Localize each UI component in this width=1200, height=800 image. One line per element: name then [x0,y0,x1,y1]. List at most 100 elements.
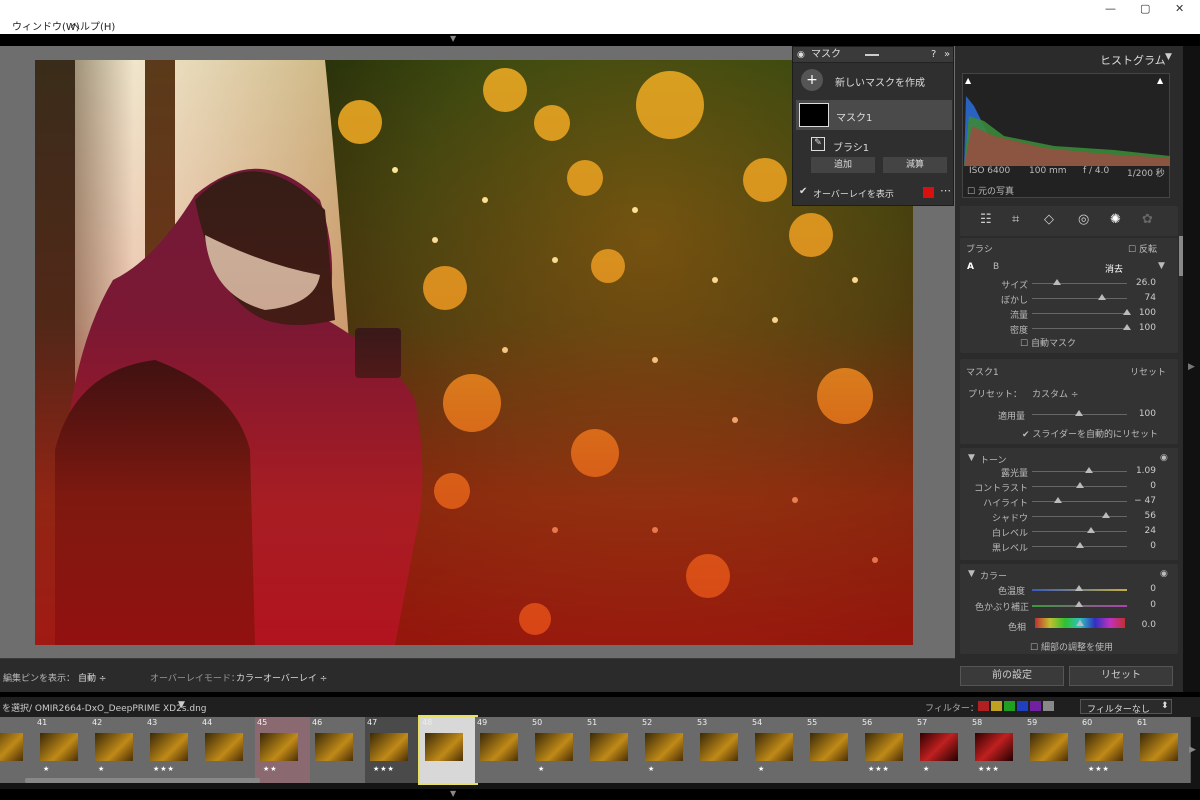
pins-select[interactable]: 自動 ÷ [78,671,106,684]
filmstrip-thumbnail[interactable]: 43 ★★★ [145,717,201,783]
add-mask-icon[interactable]: + [801,69,823,91]
collapse-icon[interactable]: » [944,47,950,63]
highlight-clip-icon[interactable]: ▲ [1157,76,1163,85]
mask-item-selected[interactable]: マスク1 [796,100,952,130]
drag-handle[interactable] [865,54,879,56]
temp-knob[interactable] [1075,585,1083,591]
overlay-mode-select[interactable]: カラーオーバーレイ ÷ [236,671,327,684]
top-panel-toggle[interactable]: ▼ [0,34,1200,46]
filmstrip-thumbnail[interactable]: 45 ★★ [255,717,311,783]
mask-tool-icon[interactable]: ✺ [1110,212,1121,227]
create-mask-button[interactable]: 新しいマスクを作成 [835,74,925,89]
filmstrip-thumbnail[interactable]: 58 ★★★ [970,717,1026,783]
mask-reset-button[interactable]: リセット [1130,365,1166,378]
filmstrip-thumbnail[interactable]: 53 [695,717,751,783]
crop-icon[interactable]: ⌗ [1012,212,1019,227]
color-eye-icon[interactable]: ◉ [1160,569,1168,579]
filmstrip-thumbnail[interactable]: 50 ★ [530,717,586,783]
color-toggle-icon[interactable]: ▼ [968,569,975,579]
edit-sliders-icon[interactable]: ☷ [980,212,992,227]
bottom-panel-toggle[interactable]: ▼ [0,789,1200,800]
filmstrip-thumbnail[interactable]: 48 [418,715,478,785]
tone-slider-knob[interactable] [1075,482,1084,488]
eraser-icon[interactable]: ◇ [1044,212,1054,227]
help-icon[interactable]: ? [931,47,936,63]
fine-adjust-checkbox[interactable]: ☐ 細部の調整を使用 [1030,640,1113,653]
filmstrip-thumbnail[interactable]: 59 [1025,717,1081,783]
filter-green[interactable] [1004,701,1015,711]
brush-slider-track[interactable] [1032,298,1127,299]
filter-red[interactable] [978,701,989,711]
tone-slider-knob[interactable] [1102,512,1111,518]
brush-slider-knob[interactable] [1052,279,1061,285]
color-filters[interactable] [978,701,1068,711]
filmstrip-thumbnail[interactable]: 54 ★ [750,717,806,783]
filter-select[interactable]: フィルターなし ⬍ [1080,699,1172,715]
filmstrip-thumbnail[interactable]: 40 [0,717,36,783]
presets-icon[interactable]: ✿ [1142,212,1153,227]
menu-help[interactable]: ヘルプ(H) [70,18,115,33]
filmstrip-scrollbar[interactable] [25,778,260,783]
filmstrip-thumbnail[interactable]: 57 ★ [915,717,971,783]
filmstrip-thumbnail[interactable]: 52 ★ [640,717,696,783]
filmstrip-thumbnail[interactable]: 46 [310,717,366,783]
red-eye-icon[interactable]: ◎ [1078,212,1089,227]
erase-brush[interactable]: 消去 [1105,262,1123,275]
preset-select[interactable]: カスタム ÷ [1032,387,1078,400]
tone-slider-track[interactable] [1032,531,1127,532]
filmstrip-thumbnail[interactable]: 41 ★ [35,717,91,783]
filmstrip-thumbnail[interactable]: 55 [805,717,861,783]
more-icon[interactable]: ⋯ [940,184,951,197]
photo-preview[interactable] [35,60,913,645]
add-button[interactable]: 追加 [811,157,875,173]
histogram[interactable]: ▲ ▲ ISO 6400 100 mm f / 4.0 1/200 秒 ☐ 元の… [962,73,1170,198]
overlay-color-swatch[interactable] [923,187,934,198]
original-photo-toggle[interactable]: ☐ 元の写真 [967,184,1014,197]
brush-a[interactable]: A [967,262,974,272]
brush-component[interactable]: ブラシ1 [833,139,869,154]
filmstrip-thumbnail[interactable]: 51 [585,717,641,783]
filter-blue[interactable] [1017,701,1028,711]
filmstrip-thumbnail[interactable]: 61 [1135,717,1191,783]
tone-eye-icon[interactable]: ◉ [1160,453,1168,463]
reset-button[interactable]: リセット [1069,666,1173,686]
filter-gray[interactable] [1043,701,1054,711]
tone-slider-track[interactable] [1032,516,1127,517]
tone-slider-knob[interactable] [1053,497,1062,503]
automask-checkbox[interactable]: ☐ 自動マスク [1020,336,1076,349]
filmstrip-next-icon[interactable]: ▶ [1189,745,1196,755]
tone-slider-knob[interactable] [1086,527,1095,533]
previous-settings-button[interactable]: 前の設定 [960,666,1064,686]
shadow-clip-icon[interactable]: ▲ [965,76,971,85]
path-menu-icon[interactable]: ▼ [178,700,185,710]
brush-b[interactable]: B [993,262,999,272]
tint-knob[interactable] [1075,601,1083,607]
filmstrip-thumbnail[interactable]: 47 ★★★ [365,717,421,783]
brush-slider-knob[interactable] [1098,294,1107,300]
right-panel-toggle[interactable]: ▶ [1183,46,1200,692]
brush-slider-track[interactable] [1032,313,1127,314]
filter-yellow[interactable] [991,701,1002,711]
filmstrip-thumbnail[interactable]: 60 ★★★ [1080,717,1136,783]
minimize-icon[interactable]: — [1105,2,1116,15]
filmstrip-thumbnail[interactable]: 49 [475,717,531,783]
tone-slider-knob[interactable] [1085,467,1093,473]
filmstrip-thumbnail[interactable]: 44 [200,717,256,783]
brush-slider-track[interactable] [1032,328,1127,329]
subtract-button[interactable]: 減算 [883,157,947,173]
amount-knob[interactable] [1075,410,1083,416]
maximize-icon[interactable]: ▢ [1140,2,1150,15]
filmstrip-thumbnail[interactable]: 42 ★ [90,717,146,783]
filmstrip-path[interactable]: を選択/ OMIR2664-DxO_DeepPRIME XD2s.dng [2,701,207,714]
brush-slider-track[interactable] [1032,283,1127,284]
filter-purple[interactable] [1030,701,1041,711]
eye-icon[interactable]: ◉ [797,47,805,63]
brush-menu-icon[interactable]: ▼ [1158,261,1165,271]
close-icon[interactable]: ✕ [1175,2,1184,15]
tone-slider-track[interactable] [1032,501,1127,502]
invert-checkbox[interactable]: ☐ 反転 [1128,242,1157,255]
tone-slider-knob[interactable] [1075,542,1084,548]
overlay-checkbox[interactable]: ✔ [799,186,807,197]
filmstrip-thumbnail[interactable]: 56 ★★★ [860,717,916,783]
tone-toggle-icon[interactable]: ▼ [968,453,975,463]
